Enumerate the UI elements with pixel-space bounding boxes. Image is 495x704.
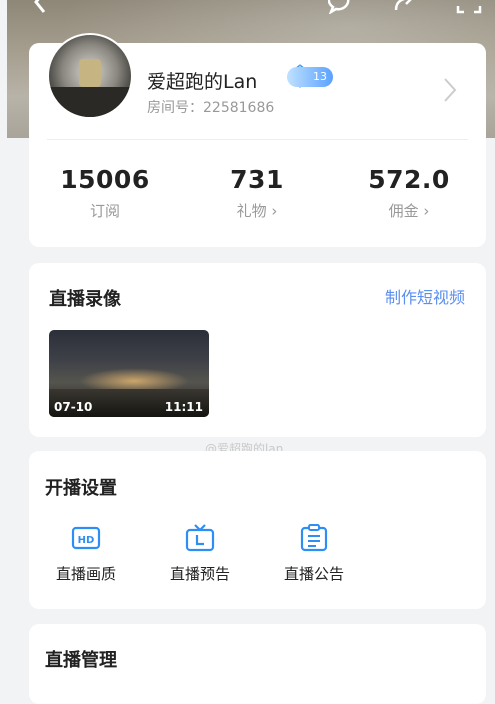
hd-icon: HD	[71, 526, 101, 550]
chevron-right-icon[interactable]	[443, 77, 457, 103]
stat-value: 572.0	[368, 165, 450, 194]
stat-value: 15006	[60, 165, 150, 194]
recordings-card: 直播录像 制作短视频 07-10 11:11	[29, 263, 486, 437]
setting-preview[interactable]: 直播预告	[153, 523, 247, 584]
svg-text:HD: HD	[78, 535, 95, 546]
stat-subscriptions[interactable]: 15006 订阅	[45, 165, 165, 221]
share-icon[interactable]	[392, 0, 418, 14]
setting-announcement[interactable]: 直播公告	[267, 523, 361, 584]
manage-card: 直播管理	[29, 624, 486, 704]
avatar[interactable]	[47, 33, 133, 119]
stat-commission[interactable]: 572.0 佣金 ›	[349, 165, 469, 221]
username: 爱超跑的Lan	[147, 71, 258, 93]
stat-label: 订阅	[89, 202, 120, 220]
settings-title: 开播设置	[45, 478, 117, 499]
tv-icon	[185, 524, 215, 552]
recording-date: 07-10	[54, 400, 93, 414]
setting-quality[interactable]: HD 直播画质	[39, 523, 133, 584]
make-short-video-link[interactable]: 制作短视频	[385, 284, 465, 308]
announcement-icon	[300, 524, 328, 552]
stat-label: 礼物 ›	[236, 202, 278, 220]
recording-time: 11:11	[164, 400, 203, 414]
setting-label: 直播公告	[283, 565, 344, 583]
setting-label: 直播画质	[55, 565, 116, 583]
stat-value: 731	[230, 165, 284, 194]
scan-icon[interactable]	[456, 0, 482, 14]
divider	[47, 139, 468, 140]
back-icon[interactable]	[28, 0, 54, 14]
recording-thumbnail[interactable]: 07-10 11:11	[49, 330, 209, 417]
stat-label: 佣金 ›	[388, 202, 430, 220]
manage-title: 直播管理	[45, 650, 117, 671]
settings-card: 开播设置 HD 直播画质 直播预告 直播公告	[29, 451, 486, 609]
profile-card: 爱超跑的Lan 13 房间号：22581686 15006 订阅 731 礼物 …	[29, 33, 486, 247]
message-icon[interactable]	[328, 0, 354, 14]
stat-gifts[interactable]: 731 礼物 ›	[197, 165, 317, 221]
level-badge: 13	[287, 67, 333, 87]
setting-label: 直播预告	[169, 565, 230, 583]
room-id: 房间号：22581686	[147, 100, 275, 116]
recordings-title: 直播录像	[49, 289, 121, 310]
